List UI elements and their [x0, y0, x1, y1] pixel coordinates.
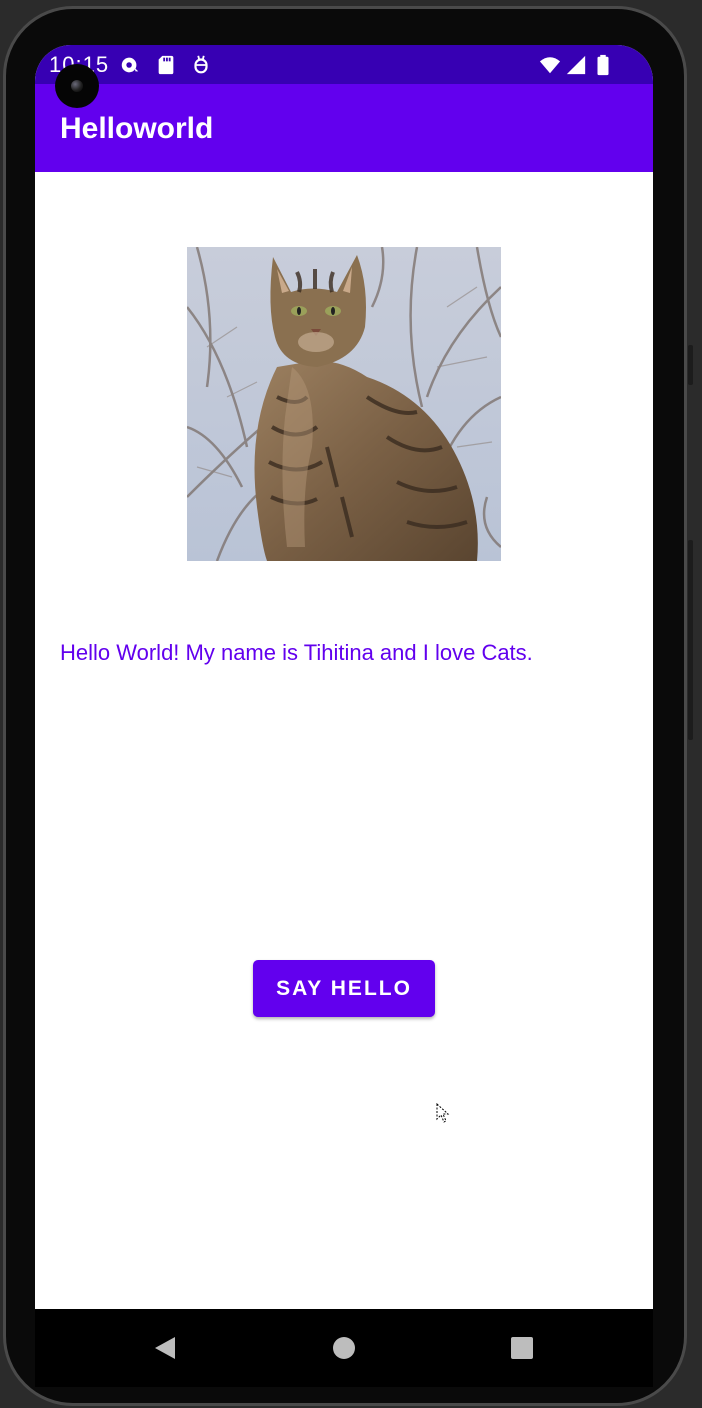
cat-photo — [187, 247, 501, 561]
greeting-text: Hello World! My name is Tihitina and I l… — [60, 640, 533, 665]
camera-lens — [71, 80, 83, 92]
status-bar: 10:15 — [35, 45, 653, 84]
device-screen: 10:15 — [35, 45, 653, 1309]
wifi-icon — [539, 57, 561, 74]
battery-icon — [597, 54, 609, 76]
front-camera — [55, 64, 99, 108]
mouse-pointer-icon — [436, 1103, 450, 1123]
navigation-bar — [35, 1309, 653, 1387]
volume-button — [688, 345, 693, 385]
app-title: Helloworld — [60, 112, 214, 145]
phone-frame: 10:15 — [0, 0, 702, 1408]
home-icon[interactable] — [329, 1333, 359, 1363]
sync-icon — [121, 57, 139, 73]
app-bar: Helloworld — [35, 84, 653, 172]
sd-card-icon — [158, 55, 174, 75]
cell-signal-icon — [566, 55, 586, 75]
back-icon[interactable] — [150, 1333, 180, 1363]
usb-debug-icon — [194, 55, 208, 74]
recents-icon[interactable] — [507, 1333, 537, 1363]
say-hello-button[interactable]: SAY HELLO — [253, 960, 435, 1017]
power-button — [688, 540, 693, 740]
